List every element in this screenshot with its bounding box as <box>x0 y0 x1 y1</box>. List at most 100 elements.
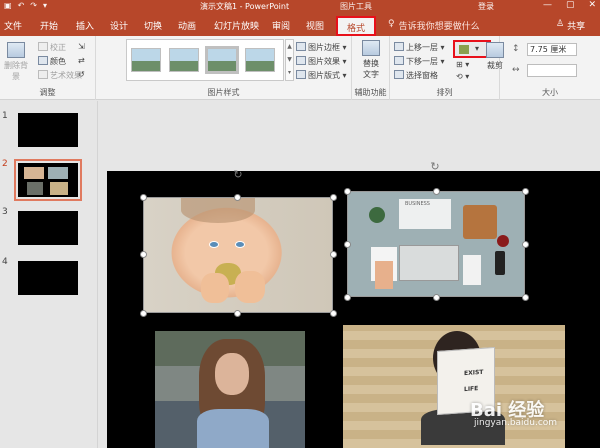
mini-picture <box>24 167 44 179</box>
gallery-scroll[interactable]: ▲ ▼ ▾ <box>285 39 294 81</box>
resize-handle[interactable] <box>330 310 337 317</box>
rotate-handle-icon[interactable]: ↻ <box>232 169 244 181</box>
document-title: 演示文稿1 - PowerPoint <box>200 2 290 11</box>
resize-handle[interactable] <box>140 251 147 258</box>
share-button[interactable]: ♙ 共享 <box>556 19 585 32</box>
picture-woman[interactable] <box>155 331 305 448</box>
crop-button[interactable]: 裁剪 <box>482 42 508 71</box>
group-label-adjust: 调整 <box>39 88 56 97</box>
resize-handle[interactable] <box>344 188 351 195</box>
selection-pane-icon <box>394 70 404 79</box>
resize-handle[interactable] <box>140 194 147 201</box>
slide-thumbnail-4[interactable] <box>18 261 78 295</box>
rotate-handle-icon[interactable]: ↻ <box>429 161 441 173</box>
tab-review[interactable]: 审阅 <box>272 19 290 32</box>
watermark-url: jingyan.baidu.com <box>474 418 558 428</box>
ribbon-tab-bar: 文件 开始 插入 设计 切换 动画 幻灯片放映 审阅 视图 格式 ♀ 告诉我你想… <box>0 14 600 36</box>
tab-view[interactable]: 视图 <box>306 19 324 32</box>
selection-frame <box>347 191 525 297</box>
resize-handle[interactable] <box>140 310 147 317</box>
resize-handle[interactable] <box>522 188 529 195</box>
picture-effects-button[interactable]: 图片效果 ▾ <box>296 56 347 67</box>
slide-thumbnail-2[interactable] <box>14 159 82 201</box>
quick-access-toolbar: ▣ ↶ ↷ ▾ <box>4 1 47 10</box>
resize-handle[interactable] <box>234 310 241 317</box>
picture-layout-button[interactable]: 图片版式 ▾ <box>296 70 347 81</box>
tab-format[interactable]: 格式 <box>336 16 376 36</box>
tab-slideshow[interactable]: 幻灯片放映 <box>214 19 259 32</box>
artistic-effects-button[interactable]: 艺术效果 <box>38 70 82 81</box>
selection-pane-button[interactable]: 选择窗格 <box>394 70 438 81</box>
resize-handle[interactable] <box>433 294 440 301</box>
picture-border-button[interactable]: 图片边框 ▾ <box>296 42 347 53</box>
tab-file[interactable]: 文件 <box>4 19 22 32</box>
powerpoint-window: ▣ ↶ ↷ ▾ 演示文稿1 - PowerPoint 图片工具 登录 — ▢ ✕… <box>0 0 600 448</box>
group-label-accessibility: 辅助功能 <box>354 88 387 97</box>
bring-forward-button[interactable]: 上移一层 ▾ <box>394 42 445 53</box>
rotate-icon[interactable]: ⟲ ▾ <box>456 72 469 81</box>
color-button[interactable]: 颜色 <box>38 56 66 67</box>
resize-handle[interactable] <box>522 294 529 301</box>
shape-width-input[interactable] <box>527 64 577 77</box>
chevron-down-icon: ▾ <box>475 44 480 53</box>
resize-handle[interactable] <box>234 194 241 201</box>
reset-picture-icon[interactable]: ↺ <box>78 70 85 79</box>
change-picture-icon[interactable]: ⇄ <box>78 56 85 65</box>
group-label-size: 大小 <box>542 88 558 97</box>
style-thumb[interactable] <box>169 48 199 72</box>
tab-design[interactable]: 设计 <box>110 19 128 32</box>
color-icon <box>38 56 48 65</box>
style-thumb[interactable] <box>245 48 275 72</box>
tab-transitions[interactable]: 切换 <box>144 19 162 32</box>
maximize-icon[interactable]: ▢ <box>566 0 575 10</box>
tab-animations[interactable]: 动画 <box>178 19 196 32</box>
close-icon[interactable]: ✕ <box>588 0 596 10</box>
effects-icon <box>296 56 306 65</box>
save-icon[interactable]: ▣ <box>4 1 12 10</box>
compress-icon[interactable]: ⇲ <box>78 42 85 51</box>
alt-text-button[interactable]: 替换 文字 <box>358 40 384 80</box>
style-thumb[interactable] <box>131 48 161 72</box>
alt-text-icon <box>362 40 380 56</box>
slide-number: 3 <box>2 207 8 217</box>
window-controls: — ▢ ✕ <box>543 0 596 10</box>
resize-handle[interactable] <box>344 294 351 301</box>
login-link[interactable]: 登录 <box>478 1 494 12</box>
send-backward-button[interactable]: 下移一层 ▾ <box>394 56 445 67</box>
mini-picture <box>27 182 43 195</box>
picture-detail <box>215 353 249 395</box>
mini-picture <box>48 167 68 179</box>
picture-detail <box>197 409 269 448</box>
tab-home[interactable]: 开始 <box>40 19 58 32</box>
slide-thumbnail-1[interactable] <box>18 113 78 147</box>
group-adjust: 删除背景 校正 颜色 艺术效果 ⇲ ⇄ ↺ 调整 <box>0 36 96 100</box>
border-icon <box>296 42 306 51</box>
remove-background-button[interactable]: 删除背景 <box>2 42 30 82</box>
height-icon: ↕ <box>512 44 520 54</box>
tell-me-search[interactable]: ♀ 告诉我你想要做什么 <box>388 19 480 32</box>
sun-icon <box>38 42 48 51</box>
customize-qat-icon[interactable]: ▾ <box>43 1 47 10</box>
resize-handle[interactable] <box>522 241 529 248</box>
resize-handle[interactable] <box>330 251 337 258</box>
style-thumb[interactable] <box>205 46 239 74</box>
selection-frame <box>143 197 333 313</box>
correct-button[interactable]: 校正 <box>38 42 66 53</box>
tab-insert[interactable]: 插入 <box>76 19 94 32</box>
title-bar: ▣ ↶ ↷ ▾ 演示文稿1 - PowerPoint 图片工具 登录 — ▢ ✕ <box>0 0 600 14</box>
shape-height-input[interactable]: 7.75 厘米 <box>527 43 577 56</box>
redo-icon[interactable]: ↷ <box>30 1 37 10</box>
resize-handle[interactable] <box>344 241 351 248</box>
slide-thumbnail-3[interactable] <box>18 211 78 245</box>
group-objects-icon[interactable]: ⊞ ▾ <box>456 60 469 69</box>
resize-handle[interactable] <box>433 188 440 195</box>
align-icon <box>459 45 469 54</box>
slide-thumbnails-pane: 1 2 3 4 <box>0 101 98 448</box>
picture-reading[interactable]: EXIST LIFE <box>343 325 565 448</box>
brush-icon <box>38 70 48 79</box>
crop-icon <box>486 42 504 58</box>
remove-background-icon <box>7 42 25 58</box>
undo-icon[interactable]: ↶ <box>18 1 25 10</box>
minimize-icon[interactable]: — <box>543 0 552 10</box>
resize-handle[interactable] <box>330 194 337 201</box>
